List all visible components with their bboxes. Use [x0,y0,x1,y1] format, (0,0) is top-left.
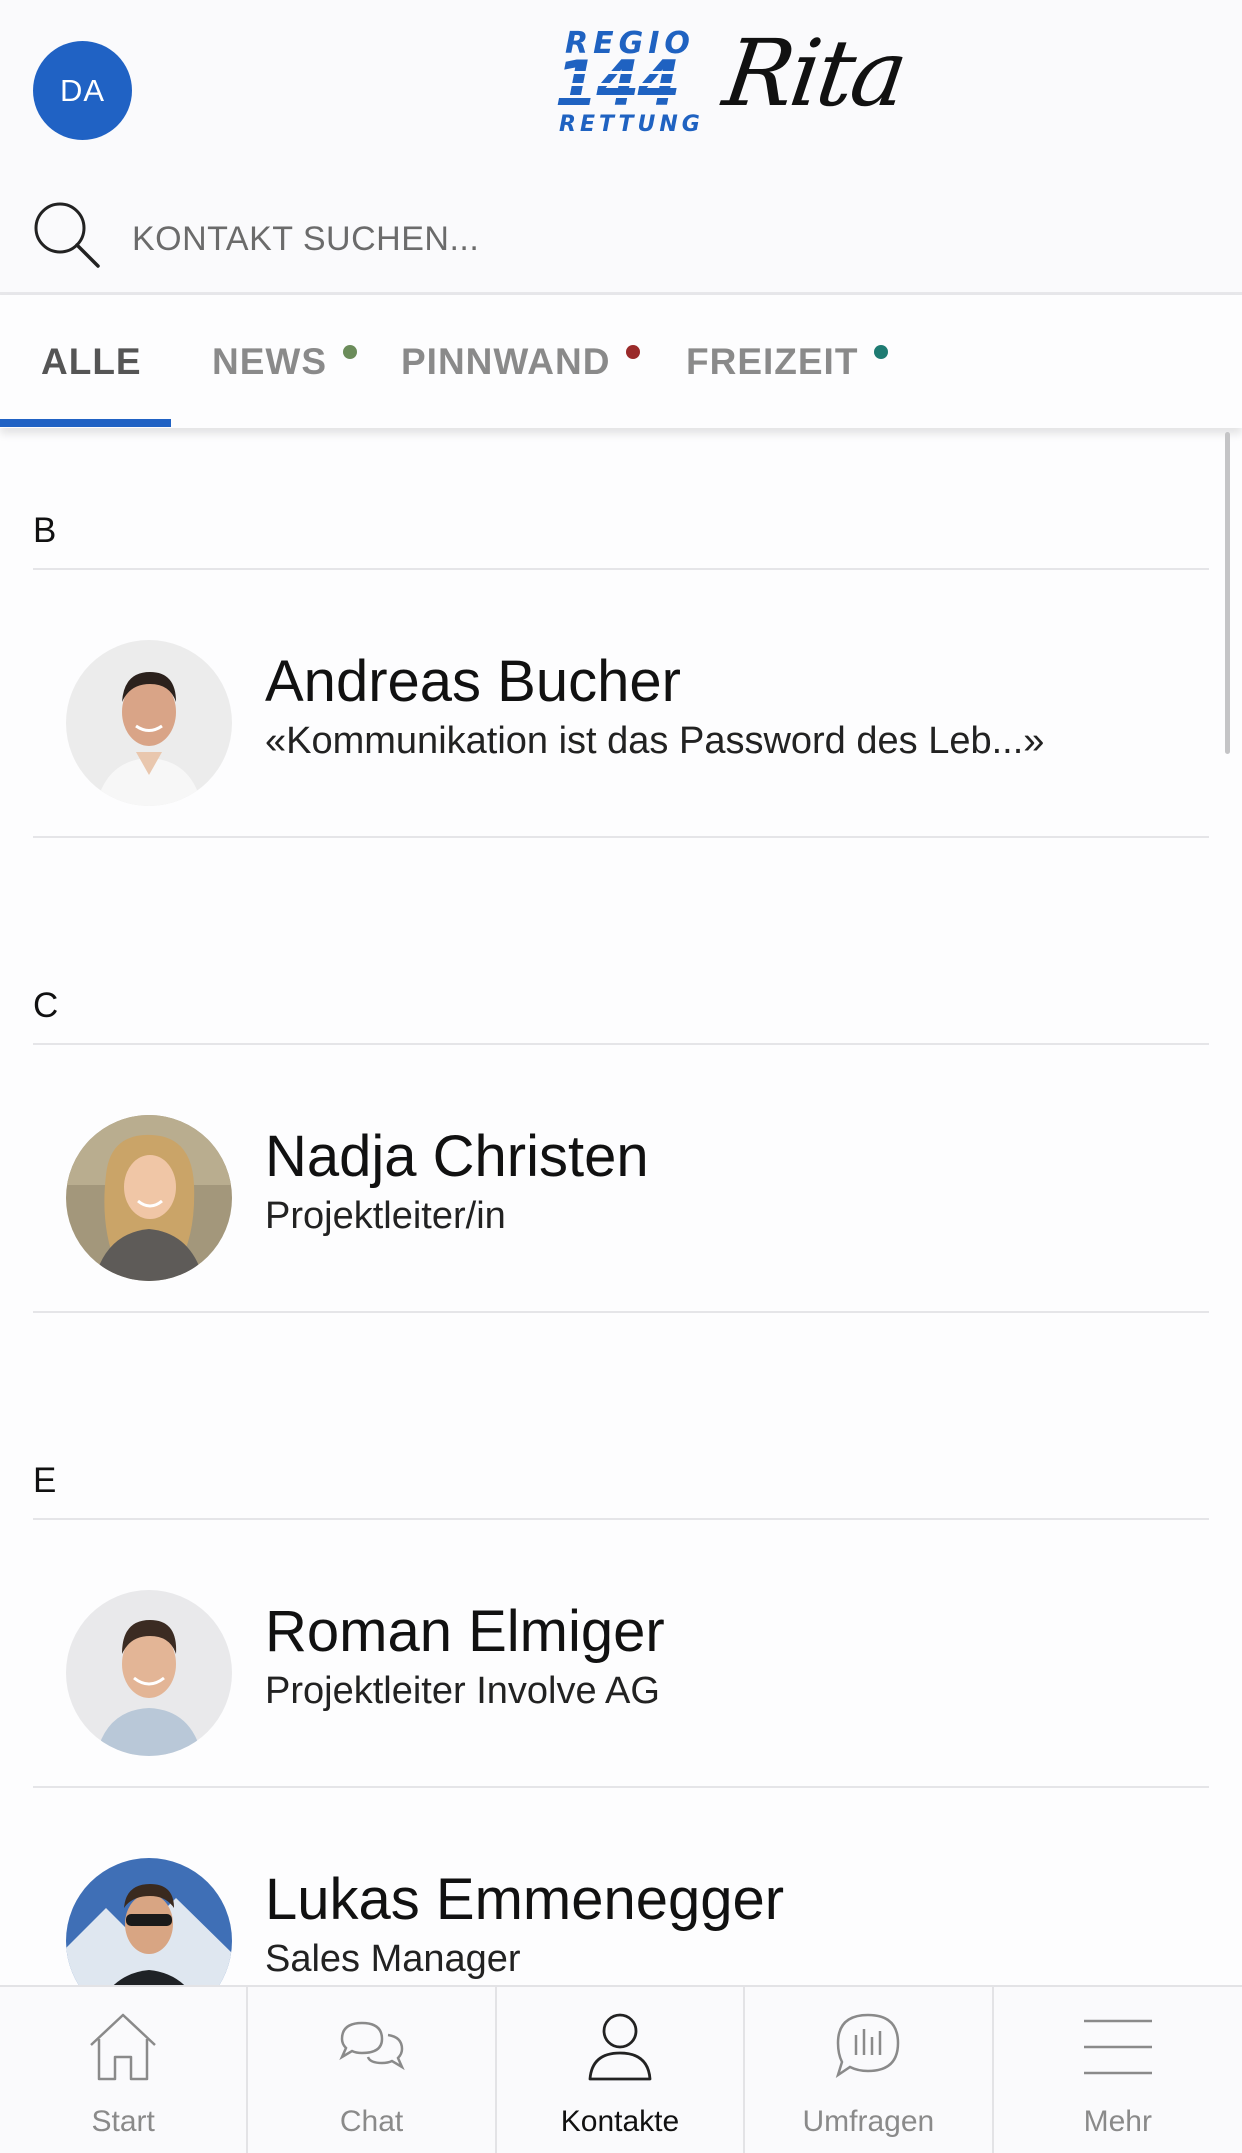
avatar-initials: DA [59,72,106,108]
nav-mehr[interactable]: Mehr [994,1987,1242,2153]
contact-roman-elmiger[interactable]: Roman Elmiger Projektleiter Involve AG [0,1520,1242,1780]
contact-name: Roman Elmiger [265,1599,665,1664]
nav-umfragen[interactable]: Umfragen [745,1987,994,2153]
logo-stripes [555,62,685,110]
contacts-icon [588,2013,652,2081]
tab-label: ALLE [41,340,142,382]
divider [33,836,1209,838]
tab-alle[interactable]: ALLE [41,295,142,428]
section-header-b: B [33,511,57,550]
tab-label: PINNWAND [401,340,611,382]
filter-tabs: ALLE NEWS PINNWAND FREIZEIT [0,295,1242,428]
menu-icon [1083,2019,1152,2075]
contact-name: Lukas Emmenegger [265,1867,785,1932]
contact-photo [66,640,232,806]
nav-start[interactable]: Start [0,1987,249,2153]
contact-list: B Andreas Bucher «Kommunikation ist das … [0,428,1242,1985]
contact-name: Andreas Bucher [265,649,681,714]
contact-photo [66,1858,232,1985]
section-header-c: C [33,986,59,1025]
freizeit-indicator-dot [874,344,889,359]
contact-name: Nadja Christen [265,1124,649,1189]
logo-rettung: RETTUNG [559,112,704,137]
contact-subtitle: Projektleiter/in [265,1195,506,1237]
tab-pinnwand[interactable]: PINNWAND [401,295,641,428]
tab-news[interactable]: NEWS [212,295,357,428]
nav-label: Umfragen [802,2105,935,2138]
tab-label: FREIZEIT [686,340,859,382]
contact-subtitle: Projektleiter Involve AG [265,1670,660,1712]
contact-subtitle: «Kommunikation ist das Password des Leb.… [265,720,1045,762]
search-bar [0,178,1242,295]
chat-icon [338,2021,405,2071]
divider [33,1311,1209,1313]
section-header-e: E [33,1461,57,1500]
poll-icon [836,2013,900,2078]
nav-chat[interactable]: Chat [248,1987,497,2153]
search-icon[interactable] [30,198,104,272]
bottom-navigation: Start Chat Kontakte Umfragen Mehr [0,1985,1242,2153]
contact-lukas-emmenegger[interactable]: Lukas Emmenegger Sales Manager [0,1788,1242,1985]
pinnwand-indicator-dot [626,344,641,359]
contact-andreas-bucher[interactable]: Andreas Bucher «Kommunikation ist das Pa… [0,570,1242,830]
logo-rita: Rita [717,20,912,127]
contact-photo [66,1590,232,1756]
nav-kontakte[interactable]: Kontakte [497,1987,746,2153]
user-avatar[interactable]: DA [33,41,132,140]
news-indicator-dot [343,344,357,359]
tab-label: NEWS [212,340,327,382]
nav-label: Kontakte [560,2105,680,2138]
contact-subtitle: Sales Manager [265,1938,521,1980]
nav-label: Mehr [1083,2105,1152,2138]
tab-freizeit[interactable]: FREIZEIT [686,295,889,428]
app-header: DA REGIO 144 RETTUNG Rita [0,0,1242,178]
nav-label: Chat [339,2105,404,2138]
scrollbar[interactable] [1225,432,1230,754]
active-tab-indicator [0,419,171,427]
search-input[interactable] [132,214,1182,264]
home-icon [90,2013,157,2081]
nav-label: Start [91,2105,155,2138]
app-logo: REGIO 144 RETTUNG Rita [555,20,911,150]
contact-photo [66,1115,232,1281]
contact-nadja-christen[interactable]: Nadja Christen Projektleiter/in [0,1045,1242,1305]
